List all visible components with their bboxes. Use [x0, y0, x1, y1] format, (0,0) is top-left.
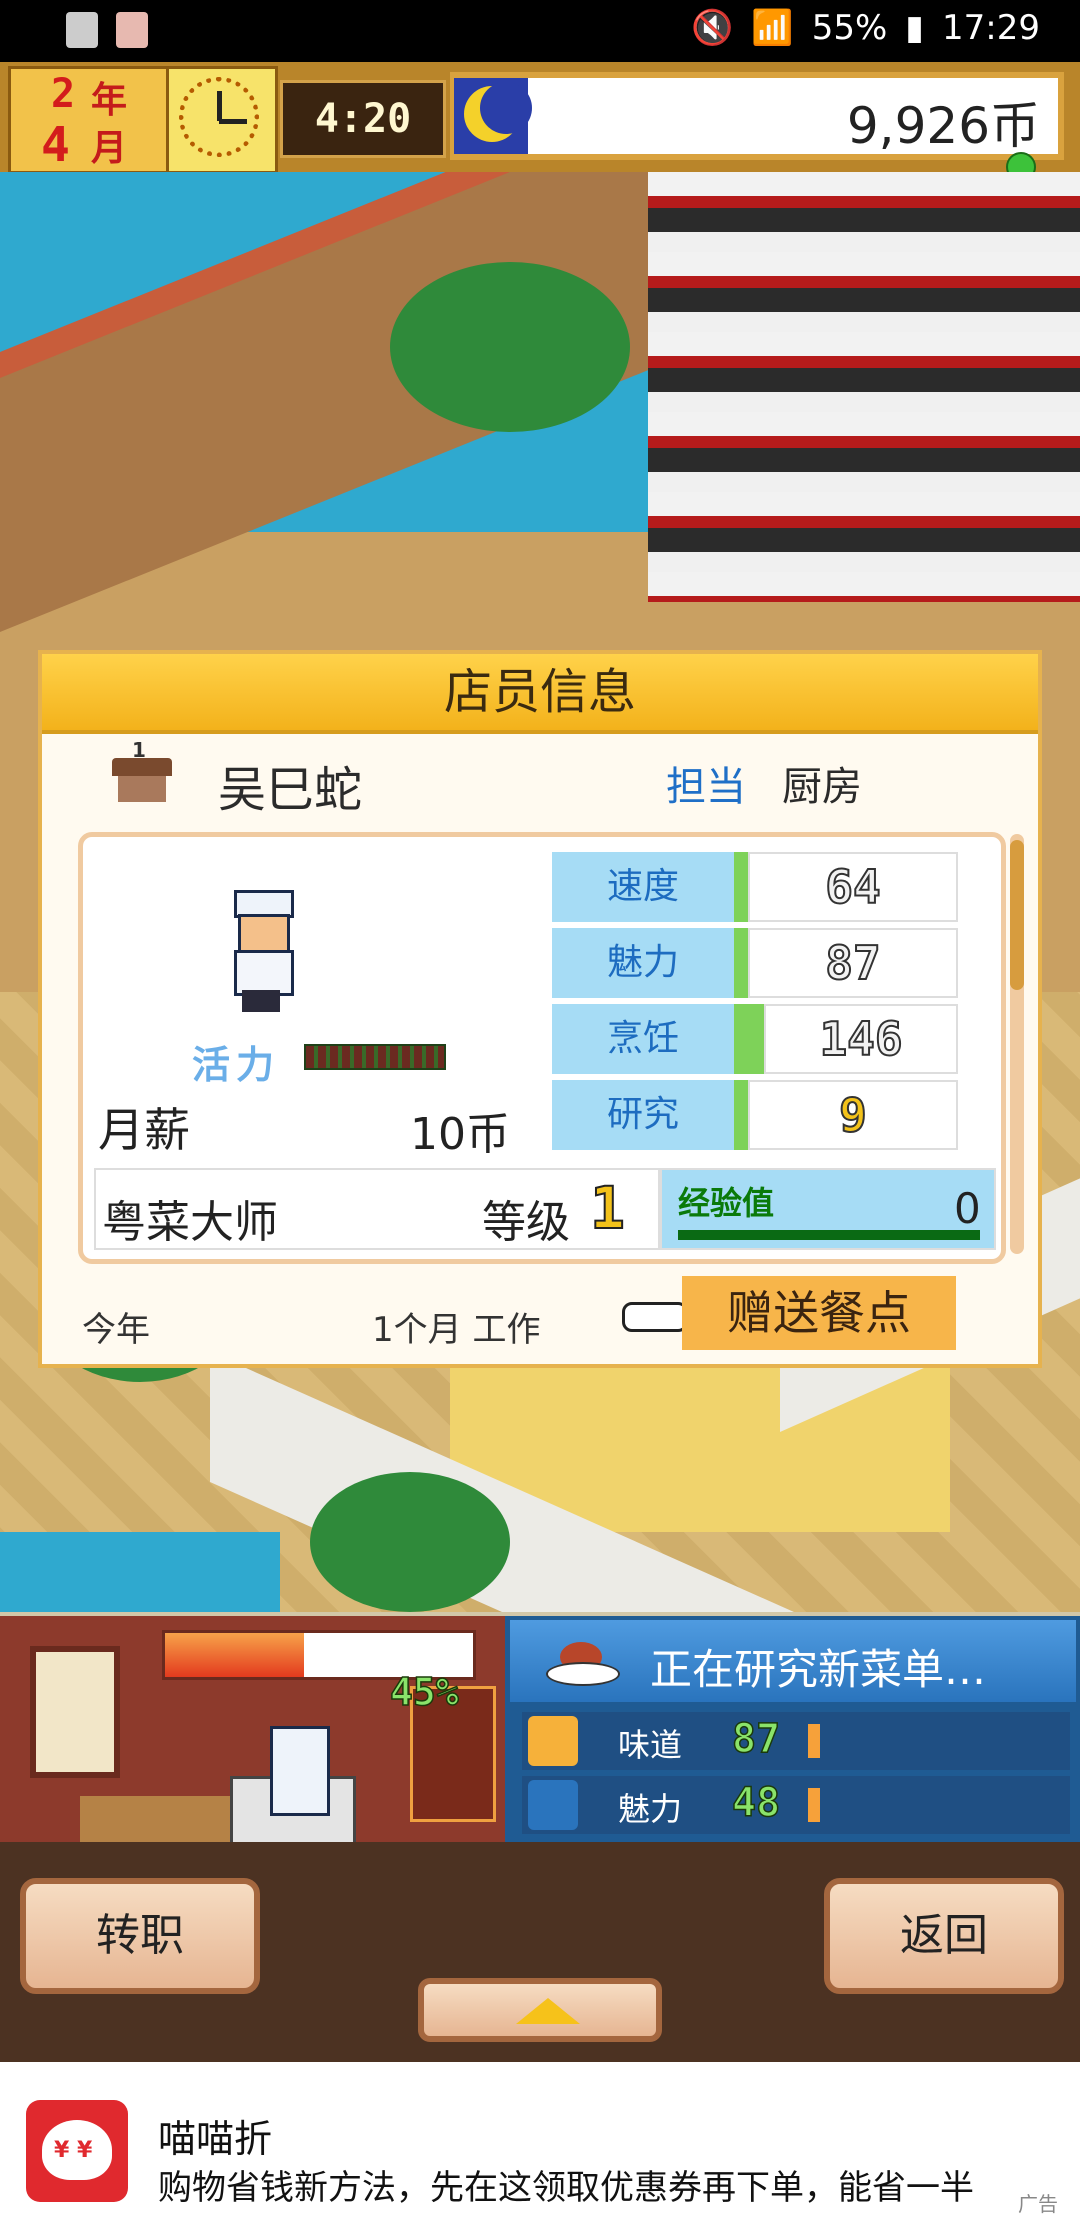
app-notification-icon: [116, 12, 148, 48]
notification-icon: [66, 12, 98, 48]
experience-label: 经验值: [678, 1184, 775, 1222]
research-value: 87: [731, 1715, 781, 1763]
stat-value: 9: [748, 1080, 958, 1150]
stat-value: 146: [764, 1004, 958, 1074]
progress-fill: [165, 1633, 304, 1677]
research-bar: [808, 1788, 820, 1822]
transfer-job-button[interactable]: 转职: [20, 1878, 260, 1994]
tree-icon: [390, 262, 630, 432]
month-number: 4: [41, 117, 70, 173]
battery-percent: 55%: [811, 8, 888, 48]
stat-name: 烹饪: [552, 1004, 734, 1074]
window-icon: [30, 1646, 120, 1778]
ad-text[interactable]: 购物省钱新方法，先在这领取优惠券再下单，能省一半: [158, 2160, 1038, 2209]
month-label: 月: [91, 128, 128, 169]
research-value: 48: [731, 1779, 781, 1827]
stat-row-charm: 魅力 87: [552, 928, 962, 998]
staff-name: 吴巳蛇: [218, 762, 363, 818]
ad-title[interactable]: 喵喵折: [158, 2108, 272, 2163]
vitality-fill: [306, 1046, 444, 1068]
stat-value: 64: [748, 852, 958, 922]
salary-label: 月薪: [98, 1103, 190, 1157]
up-arrow-icon: [516, 1998, 580, 2024]
moon-icon: [454, 78, 532, 154]
stat-bar: [734, 928, 748, 998]
experience-bar: [678, 1230, 980, 1240]
level-value: 1: [589, 1173, 626, 1243]
department-value: 厨房: [782, 764, 862, 810]
gift-meal-button[interactable]: 赠送餐点: [682, 1276, 956, 1350]
stat-bar: [734, 1004, 764, 1074]
battery-icon: ▮: [905, 8, 925, 48]
mute-icon: 🔇: [691, 8, 734, 48]
building-facade: [648, 172, 1080, 602]
dish-icon: [546, 1636, 620, 1686]
experience-value: 0: [954, 1184, 981, 1233]
stat-bar: [734, 1080, 748, 1150]
stat-name: 速度: [552, 852, 734, 922]
back-button[interactable]: 返回: [824, 1878, 1064, 1994]
status-bar: 🔇 📶 55% ▮ 17:29: [0, 0, 1080, 62]
vitality-label: 活力: [192, 1043, 281, 1087]
year-label: 年: [91, 80, 128, 121]
chef-icon: [270, 1726, 330, 1816]
work-duration: 1个月 工作: [372, 1310, 541, 1350]
stat-name: 魅力: [552, 928, 734, 998]
taste-icon: [528, 1716, 578, 1766]
clock-icon: [166, 66, 278, 174]
expand-up-button[interactable]: [418, 1978, 662, 2042]
stat-bar: [734, 852, 748, 922]
department-label: 担当: [666, 764, 746, 810]
tree-icon: [310, 1472, 510, 1612]
rank-title: 粤菜大师: [102, 1197, 278, 1248]
stat-row-research: 研究 9: [552, 1080, 962, 1150]
research-label: 魅力: [618, 1790, 683, 1828]
money-value: 9,926币: [846, 97, 1040, 155]
clock-time: 17:29: [942, 8, 1040, 48]
ad-tag: 广告: [1018, 2192, 1058, 2216]
counter-icon: [80, 1796, 240, 1846]
stat-name: 研究: [552, 1080, 734, 1150]
dialog-title: 店员信息: [42, 654, 1038, 734]
signal-icon: 📶: [751, 8, 794, 48]
salary-value: 10币: [410, 1109, 510, 1160]
stat-row-speed: 速度 64: [552, 852, 962, 922]
progress-percent: 45%: [389, 1669, 459, 1715]
this-year-label: 今年: [82, 1310, 150, 1350]
ad-logo-icon[interactable]: ¥ ¥: [26, 2100, 128, 2202]
research-row-charm: 魅力 48: [522, 1776, 1070, 1834]
research-bar: [808, 1724, 820, 1758]
stat-row-cooking: 烹饪 146: [552, 1004, 962, 1074]
vitality-bar: [304, 1044, 446, 1070]
game-time: 4:20: [280, 80, 446, 158]
year-number: 2: [51, 71, 76, 117]
water-area-bottom: [0, 1532, 280, 1612]
charm-icon: [528, 1780, 578, 1830]
staff-rank-icon: 1: [106, 738, 178, 810]
level-label: 等级: [482, 1197, 570, 1248]
research-label: 味道: [618, 1726, 683, 1764]
scrollbar-thumb[interactable]: [1010, 840, 1024, 990]
research-title: 正在研究新菜单…: [650, 1645, 987, 1694]
chef-sprite-icon: [224, 890, 298, 1014]
research-row-taste: 味道 87: [522, 1712, 1070, 1770]
stat-value: 87: [748, 928, 958, 998]
staff-info-dialog: 店员信息 1 吴巳蛇 担当 厨房 活力 月薪 10币 速度 64 魅力 87 烹…: [38, 650, 1042, 1368]
date-display: 2 年 4 月: [8, 66, 172, 174]
